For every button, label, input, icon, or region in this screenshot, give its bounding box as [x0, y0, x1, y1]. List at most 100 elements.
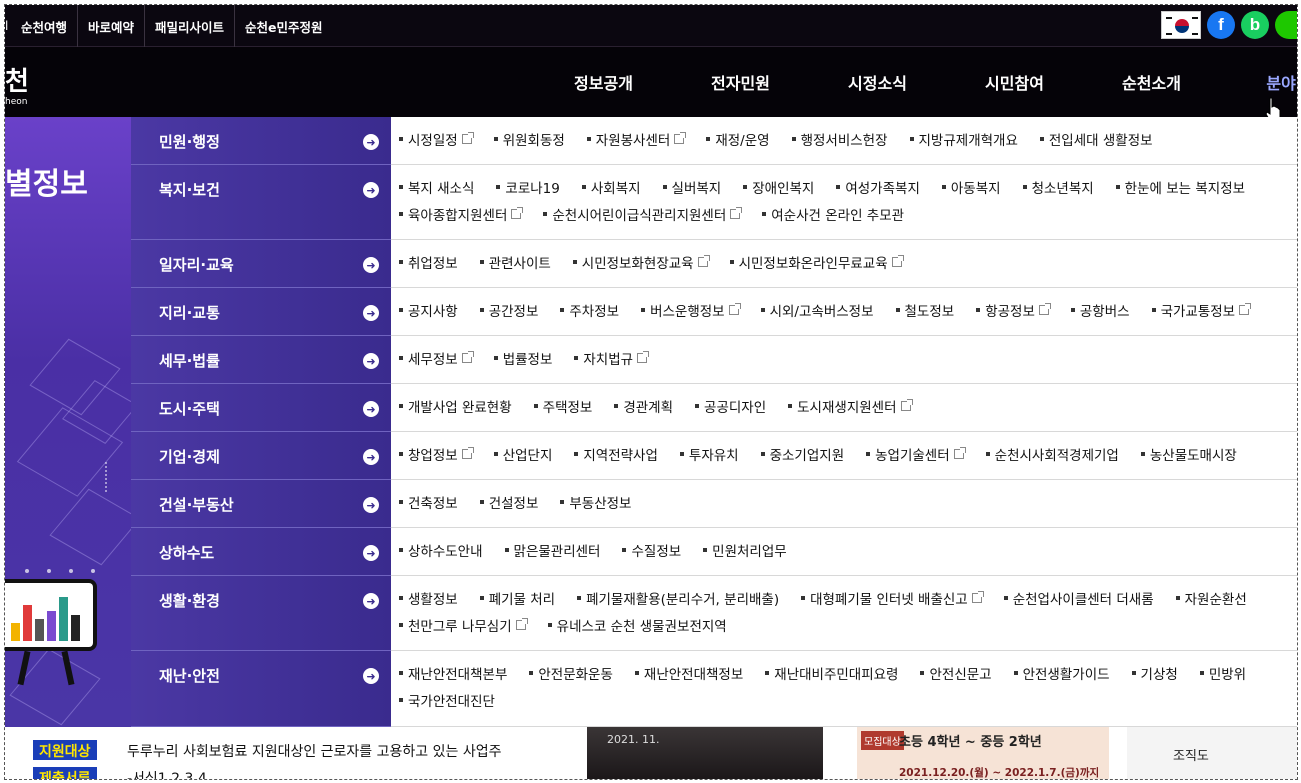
menu-link[interactable]: 지방규제개혁개요: [910, 129, 1018, 149]
menu-link[interactable]: 폐기물 처리: [480, 588, 555, 608]
menu-link[interactable]: 기상청: [1132, 663, 1178, 683]
menu-link[interactable]: 순천업사이클센터 더새롬: [1004, 588, 1154, 608]
menu-link[interactable]: 국가안전대진단: [399, 690, 495, 710]
menu-link[interactable]: 육아종합지원센터: [399, 204, 524, 224]
menu-link[interactable]: 재난안전대책본부: [399, 663, 507, 683]
nav-field-info[interactable]: 분야별: [1220, 70, 1297, 94]
menu-link[interactable]: 자치법규: [574, 348, 650, 368]
menu-link[interactable]: 민방위: [1200, 663, 1246, 683]
menu-link[interactable]: 재정/운영: [706, 129, 769, 149]
menu-link[interactable]: 부동산정보: [560, 492, 631, 512]
menu-link[interactable]: 시민정보화현장교육: [573, 252, 710, 272]
menu-link[interactable]: 경관계획: [614, 396, 673, 416]
news-photo[interactable]: 2021. 11.: [587, 727, 823, 779]
menu-link[interactable]: 농업기술센터: [866, 444, 966, 464]
util-link-tour[interactable]: 순천여행: [11, 5, 77, 47]
menu-link[interactable]: 관련사이트: [480, 252, 551, 272]
menu-category[interactable]: 지리·교통 ➜: [131, 288, 391, 336]
menu-link[interactable]: 폐기물재활용(분리수거, 분리배출): [577, 588, 779, 608]
menu-link[interactable]: 재난안전대책정보: [635, 663, 743, 683]
menu-link[interactable]: 코로나19: [496, 177, 559, 197]
menu-category[interactable]: 생활·환경 ➜: [131, 576, 391, 651]
menu-link[interactable]: 공간정보: [480, 300, 539, 320]
site-logo[interactable]: 천 heon: [5, 69, 29, 107]
menu-link[interactable]: 천만그루 나무심기: [399, 615, 528, 635]
korea-flag-icon[interactable]: [1161, 11, 1201, 39]
menu-category[interactable]: 일자리·교육 ➜: [131, 240, 391, 288]
menu-link[interactable]: 전입세대 생활정보: [1040, 129, 1153, 149]
util-link-e-democracy[interactable]: 순천e민주정원: [234, 5, 332, 47]
menu-link[interactable]: 국가교통정보: [1152, 300, 1252, 320]
menu-link[interactable]: 복지 새소식: [399, 177, 474, 197]
blog-icon[interactable]: b: [1241, 11, 1269, 39]
menu-link[interactable]: 순천시어린이급식관리지원센터: [543, 204, 743, 224]
channel-icon[interactable]: [1275, 11, 1297, 39]
nav-city-news[interactable]: 시정소식: [809, 70, 946, 94]
menu-link[interactable]: 생활정보: [399, 588, 458, 608]
menu-link[interactable]: 안전생활가이드: [1014, 663, 1110, 683]
nav-e-civil[interactable]: 전자민원: [672, 70, 809, 94]
menu-link[interactable]: 시외/고속버스정보: [761, 300, 874, 320]
menu-link[interactable]: 도시재생지원센터: [788, 396, 913, 416]
menu-link[interactable]: 자원순환선: [1176, 588, 1247, 608]
menu-category[interactable]: 복지·보건 ➜: [131, 165, 391, 240]
util-link-family-site[interactable]: 패밀리사이트: [144, 5, 234, 47]
menu-link[interactable]: 건설정보: [480, 492, 539, 512]
menu-link[interactable]: 위원회동정: [494, 129, 565, 149]
menu-link[interactable]: 철도정보: [896, 300, 955, 320]
menu-link[interactable]: 버스운행정보: [641, 300, 741, 320]
menu-link[interactable]: 여순사건 온라인 추모관: [762, 204, 904, 224]
menu-link[interactable]: 농산물도매시장: [1141, 444, 1237, 464]
menu-link[interactable]: 자원봉사센터: [587, 129, 687, 149]
menu-link[interactable]: 대형폐기물 인터넷 배출신고: [801, 588, 984, 608]
menu-link[interactable]: 안전문화운동: [529, 663, 613, 683]
menu-link[interactable]: 사회복지: [582, 177, 641, 197]
menu-link[interactable]: 수질정보: [622, 540, 681, 560]
menu-category[interactable]: 세무·법률 ➜: [131, 336, 391, 384]
nav-info-disclosure[interactable]: 정보공개: [535, 70, 672, 94]
org-chart-link[interactable]: 조직도: [1127, 727, 1297, 779]
menu-category[interactable]: 재난·안전 ➜: [131, 651, 391, 727]
menu-category[interactable]: 도시·주택 ➜: [131, 384, 391, 432]
menu-link[interactable]: 장애인복지: [743, 177, 814, 197]
nav-participation[interactable]: 시민참여: [946, 70, 1083, 94]
menu-link[interactable]: 여성가족복지: [836, 177, 920, 197]
menu-link[interactable]: 청소년복지: [1023, 177, 1094, 197]
menu-link[interactable]: 창업정보: [399, 444, 474, 464]
menu-link[interactable]: 안전신문고: [920, 663, 991, 683]
menu-link[interactable]: 한눈에 보는 복지정보: [1116, 177, 1245, 197]
menu-category[interactable]: 민원·행정 ➜: [131, 117, 391, 165]
menu-link[interactable]: 건축정보: [399, 492, 458, 512]
util-link-reservation[interactable]: 바로예약: [77, 5, 144, 47]
menu-link[interactable]: 실버복지: [663, 177, 722, 197]
menu-link[interactable]: 개발사업 완료현황: [399, 396, 512, 416]
menu-link[interactable]: 상하수도안내: [399, 540, 483, 560]
menu-link[interactable]: 재난대비주민대피요령: [765, 663, 898, 683]
menu-link[interactable]: 주차정보: [560, 300, 619, 320]
menu-category[interactable]: 기업·경제 ➜: [131, 432, 391, 480]
menu-link[interactable]: 공항버스: [1071, 300, 1130, 320]
menu-link[interactable]: 주택정보: [534, 396, 593, 416]
nav-about[interactable]: 순천소개: [1083, 70, 1220, 94]
menu-link[interactable]: 중소기업지원: [761, 444, 845, 464]
menu-link[interactable]: 지역전략사업: [574, 444, 658, 464]
menu-link[interactable]: 항공정보: [976, 300, 1051, 320]
menu-link[interactable]: 공공디자인: [695, 396, 766, 416]
facebook-icon[interactable]: f: [1207, 11, 1235, 39]
menu-link[interactable]: 시정일정: [399, 129, 474, 149]
menu-category[interactable]: 건설·부동산 ➜: [131, 480, 391, 528]
menu-link[interactable]: 유네스코 순천 생물권보전지역: [548, 615, 727, 635]
menu-link[interactable]: 취업정보: [399, 252, 458, 272]
menu-link[interactable]: 산업단지: [494, 444, 553, 464]
recruit-banner[interactable]: 모집대상 초등 4학년 ~ 중등 2학년 2021.12.20.(월) ~ 20…: [857, 727, 1109, 779]
menu-link[interactable]: 행정서비스헌장: [792, 129, 888, 149]
menu-link[interactable]: 시민정보화온라인무료교육: [730, 252, 904, 272]
menu-link[interactable]: 민원처리업무: [703, 540, 787, 560]
menu-link[interactable]: 투자유치: [680, 444, 739, 464]
menu-link[interactable]: 아동복지: [942, 177, 1001, 197]
menu-link[interactable]: 세무정보: [399, 348, 474, 368]
menu-link[interactable]: 순천시사회적경제기업: [986, 444, 1119, 464]
menu-link[interactable]: 법률정보: [494, 348, 553, 368]
menu-category[interactable]: 상하수도 ➜: [131, 528, 391, 576]
menu-link[interactable]: 맑은물관리센터: [505, 540, 601, 560]
